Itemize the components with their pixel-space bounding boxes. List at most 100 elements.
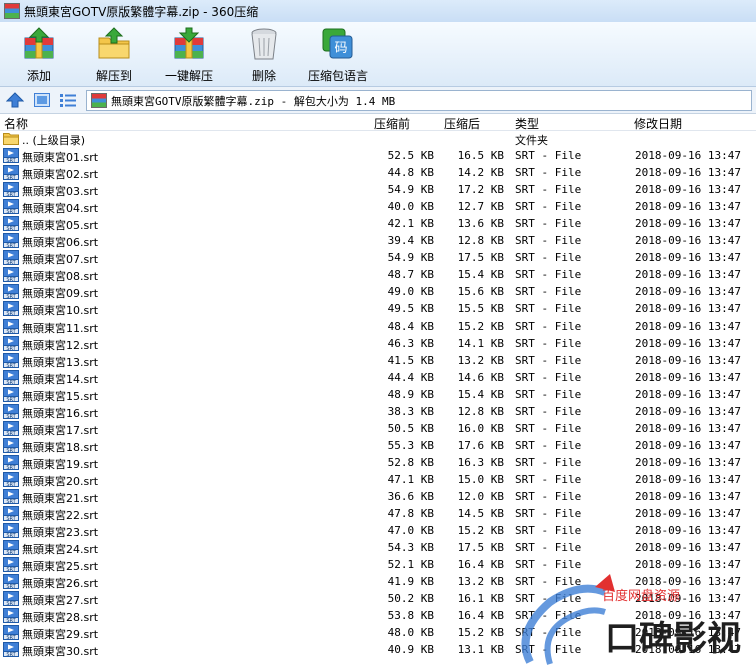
- file-size-before: 41.5 KB: [387, 353, 434, 367]
- file-size-before: 52.5 KB: [387, 149, 434, 162]
- file-row[interactable]: SRT 無頭東宮23.srt 47.0 KB 15.2 KB SRT - File 201…: [0, 522, 756, 539]
- file-type: SRT - File: [515, 251, 582, 265]
- file-name: 無頭東宮20.srt: [22, 474, 99, 488]
- file-size-after: 17.5 KB: [457, 541, 504, 555]
- srt-file-icon: SRT: [3, 216, 19, 232]
- file-row[interactable]: SRT 無頭東宮24.srt 54.3 KB 17.5 KB SRT - File 201…: [0, 539, 756, 556]
- file-size-after: 16.1 KB: [457, 592, 504, 606]
- file-row[interactable]: SRT 無頭東宮15.srt 48.9 KB 15.4 KB SRT - File 201…: [0, 386, 756, 403]
- file-modified-date: 2018-09-16 13:47: [635, 268, 741, 282]
- file-size-before: 53.8 KB: [387, 609, 434, 623]
- file-size-before: 52.1 KB: [387, 558, 434, 572]
- file-modified-date: 2018-09-16 13:47: [635, 234, 741, 248]
- file-size-after: 12.8 KB: [457, 404, 504, 418]
- file-modified-date: 2018-09-16 13:47: [635, 490, 741, 503]
- file-modified-date: 2018-09-16 13:47: [635, 643, 741, 657]
- file-type: SRT - File: [515, 507, 582, 521]
- file-name: 無頭東宮02.srt: [22, 168, 99, 182]
- file-row[interactable]: SRT 無頭東宮19.srt 52.8 KB 16.3 KB SRT - File 201…: [0, 454, 756, 471]
- srt-file-icon: SRT: [3, 608, 19, 624]
- file-name: 無頭東宮05.srt: [22, 219, 99, 233]
- add-button[interactable]: 添加: [7, 26, 71, 84]
- srt-file-icon: SRT: [3, 403, 19, 419]
- file-row[interactable]: SRT 無頭東宮30.srt 40.9 KB 13.1 KB SRT - File 201…: [0, 641, 756, 658]
- srt-file-icon: SRT: [3, 284, 19, 300]
- zip-file-icon: [91, 93, 107, 108]
- archive-language-button[interactable]: 码 压缩包语言: [304, 26, 372, 84]
- file-row[interactable]: SRT 無頭東宮12.srt 46.3 KB 14.1 KB SRT - File 201…: [0, 335, 756, 352]
- file-name: 無頭東宮10.srt: [22, 304, 99, 318]
- file-modified-date: 2018-09-16 13:47: [635, 166, 741, 180]
- srt-icon-label: SRT: [6, 482, 16, 487]
- file-row[interactable]: SRT 無頭東宮06.srt 39.4 KB 12.8 KB SRT - File 201…: [0, 232, 756, 249]
- file-row[interactable]: SRT 無頭東宮11.srt 48.4 KB 15.2 KB SRT - File 201…: [0, 318, 756, 335]
- file-size-before: 41.9 KB: [387, 575, 434, 589]
- delete-label: 删除: [251, 69, 276, 83]
- srt-file-icon: SRT: [3, 148, 19, 163]
- file-row[interactable]: SRT 無頭東宮25.srt 52.1 KB 16.4 KB SRT - File 201…: [0, 556, 756, 573]
- srt-file-icon: SRT: [3, 386, 19, 402]
- srt-file-icon: SRT: [3, 574, 19, 590]
- file-row[interactable]: SRT 無頭東宮20.srt 47.1 KB 15.0 KB SRT - File 201…: [0, 471, 756, 488]
- delete-button[interactable]: 删除: [232, 26, 296, 84]
- srt-icon-label: SRT: [6, 380, 16, 385]
- file-size-before: 54.9 KB: [387, 251, 434, 265]
- file-row[interactable]: SRT 無頭東宮18.srt 55.3 KB 17.6 KB SRT - File 201…: [0, 437, 756, 454]
- add-archive-icon: [24, 27, 54, 59]
- file-row[interactable]: SRT 無頭東宮16.srt 38.3 KB 12.8 KB SRT - File 201…: [0, 403, 756, 420]
- file-modified-date: 2018-09-16 13:47: [635, 251, 741, 265]
- file-row[interactable]: SRT 無頭東宮27.srt 50.2 KB 16.1 KB SRT - File 201…: [0, 590, 756, 607]
- file-row[interactable]: SRT 無頭東宮02.srt 44.8 KB 14.2 KB SRT - File 201…: [0, 164, 756, 181]
- file-row[interactable]: SRT 無頭東宮22.srt 47.8 KB 14.5 KB SRT - File 201…: [0, 505, 756, 522]
- file-name: 無頭東宮21.srt: [22, 492, 99, 505]
- srt-icon-label: SRT: [6, 567, 16, 572]
- file-type: SRT - File: [515, 575, 582, 589]
- address-field[interactable]: 無頭東宮GOTV原版繁體字幕.zip - 解包大小为 1.4 MB: [86, 90, 752, 111]
- srt-icon-label: SRT: [6, 618, 16, 623]
- file-row[interactable]: SRT 無頭東宮26.srt 41.9 KB 13.2 KB SRT - File 201…: [0, 573, 756, 590]
- file-row[interactable]: SRT 無頭東宮09.srt 49.0 KB 15.6 KB SRT - File 201…: [0, 283, 756, 300]
- large-icon-view-icon[interactable]: [33, 92, 51, 108]
- file-row[interactable]: SRT 無頭東宮07.srt 54.9 KB 17.5 KB SRT - File 201…: [0, 249, 756, 266]
- extract-to-button[interactable]: 解压到: [82, 26, 146, 84]
- file-row[interactable]: SRT 無頭東宮14.srt 44.4 KB 14.6 KB SRT - File 201…: [0, 369, 756, 386]
- file-row[interactable]: SRT 無頭東宮29.srt 48.0 KB 15.2 KB SRT - File 201…: [0, 624, 756, 641]
- srt-icon-label: SRT: [6, 499, 16, 504]
- file-size-after: 13.6 KB: [457, 217, 504, 231]
- srt-file-icon: SRT: [3, 420, 19, 436]
- file-row[interactable]: SRT 無頭東宮03.srt 54.9 KB 17.2 KB SRT - File 201…: [0, 181, 756, 198]
- file-modified-date: 2018-09-16 13:47: [635, 319, 741, 333]
- one-click-extract-button[interactable]: 一键解压: [157, 26, 221, 84]
- file-name: 無頭東宮29.srt: [22, 628, 99, 642]
- file-row[interactable]: SRT 無頭東宮10.srt 49.5 KB 15.5 KB SRT - File 201…: [0, 300, 756, 317]
- file-type: SRT - File: [515, 302, 582, 316]
- file-row[interactable]: SRT 無頭東宮05.srt 42.1 KB 13.6 KB SRT - File 201…: [0, 215, 756, 232]
- file-row[interactable]: SRT 無頭東宮13.srt 41.5 KB 13.2 KB SRT - File 201…: [0, 352, 756, 369]
- file-size-after: 15.0 KB: [457, 472, 504, 486]
- file-type: SRT - File: [515, 268, 582, 282]
- extract-to-label: 解压到: [95, 69, 132, 83]
- file-type: SRT - File: [515, 387, 582, 401]
- file-row[interactable]: SRT 無頭東宮17.srt 50.5 KB 16.0 KB SRT - File 201…: [0, 420, 756, 437]
- file-type: SRT - File: [515, 166, 582, 180]
- file-row[interactable]: SRT 無頭東宮01.srt 52.5 KB 16.5 KB SRT - File 201…: [0, 147, 756, 164]
- file-modified-date: 2018-09-16 13:47: [635, 575, 741, 589]
- list-view-icon[interactable]: [59, 92, 77, 108]
- file-row[interactable]: SRT 無頭東宮08.srt 48.7 KB 15.4 KB SRT - File 201…: [0, 266, 756, 283]
- parent-directory-row[interactable]: .. (上级目录) 文件夹: [0, 130, 756, 147]
- file-modified-date: 2018-09-16 13:47: [635, 455, 741, 469]
- file-size-after: 16.4 KB: [457, 609, 504, 623]
- file-name: 無頭東宮15.srt: [22, 389, 99, 403]
- toolbar: 添加 解压到 一键解压 删除 码 压缩包语言: [0, 22, 756, 87]
- srt-icon-label: SRT: [6, 329, 16, 334]
- file-modified-date: 2018-09-16 13:47: [635, 421, 741, 435]
- language-code-icon: 码: [322, 28, 353, 59]
- srt-file-icon: SRT: [3, 335, 19, 351]
- language-glyph: 码: [334, 41, 347, 56]
- file-row[interactable]: SRT 無頭東宮04.srt 40.0 KB 12.7 KB SRT - File 201…: [0, 198, 756, 215]
- file-row[interactable]: SRT 無頭東宮28.srt 53.8 KB 16.4 KB SRT - File 201…: [0, 607, 756, 624]
- up-arrow-icon[interactable]: [6, 92, 24, 108]
- file-type: SRT - File: [515, 609, 582, 623]
- file-type: SRT - File: [515, 200, 582, 214]
- file-row[interactable]: SRT 無頭東宮21.srt 36.6 KB 12.0 KB SRT - File 201…: [0, 488, 756, 505]
